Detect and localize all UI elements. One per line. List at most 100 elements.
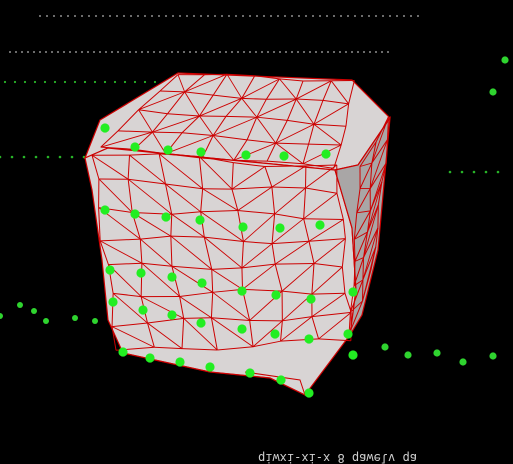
bg-dot [159,51,161,53]
mesh-point-marker [343,329,353,339]
bg-dot [219,51,221,53]
mesh-edge [353,239,356,262]
bg-dot [10,155,14,159]
bg-dot [53,80,57,84]
mesh-point-marker [315,220,325,230]
bg-dot [207,15,209,17]
bg-dot [39,51,41,53]
mesh-point-marker [279,151,289,161]
bg-dot [270,15,272,17]
bg-dot [303,51,305,53]
bg-dot [153,80,157,84]
mesh-point-marker [271,290,281,300]
mesh-point-marker [167,310,177,320]
bg-dot [171,51,173,53]
mesh-point-marker [130,142,140,152]
3d-viewport[interactable] [0,0,513,464]
bg-dot [263,15,265,17]
trail-point [92,318,98,324]
bg-dot [123,15,125,17]
bg-dot [201,51,203,53]
mesh-point-marker [276,375,286,385]
trail-point [433,349,441,357]
bg-dot [249,51,251,53]
mesh-point-marker [195,215,205,225]
bg-dot [249,15,251,17]
bg-dot [237,51,239,53]
bg-dot [410,15,412,17]
bg-dot [312,15,314,17]
trail-point [381,343,389,351]
bg-dot [319,15,321,17]
bg-dot [333,15,335,17]
bg-dot [46,155,50,159]
mesh-point-marker [100,205,110,215]
mesh-point-marker [167,272,177,282]
mesh-point-marker [306,294,316,304]
trail-point [404,351,412,359]
mesh-edge [241,267,244,290]
bg-dot [347,15,349,17]
bg-dot [231,51,233,53]
trail-point [489,352,497,360]
bg-dot [87,51,89,53]
bg-dot [396,15,398,17]
bg-dot [46,15,48,17]
bg-dot [340,15,342,17]
bg-dot [309,51,311,53]
bg-dot [200,15,202,17]
bg-dot [147,51,149,53]
bg-dot [113,80,117,84]
mesh-point-marker [118,347,128,357]
bg-dot [151,15,153,17]
bg-dot [63,51,65,53]
bg-dot [39,15,41,17]
bg-dot [81,15,83,17]
trail-point [459,358,467,366]
mesh-point-marker [163,145,173,155]
bg-dot [137,15,139,17]
mesh-point-marker [100,123,110,133]
bg-dot [53,15,55,17]
mesh-point-marker [238,222,248,232]
bg-dot [99,51,101,53]
bg-dot [277,15,279,17]
bg-dot [243,51,245,53]
bg-dot [235,15,237,17]
bg-dot [111,51,113,53]
bg-dot [103,80,107,84]
bg-dot [165,15,167,17]
mesh-edge [183,317,212,319]
mesh-point-marker [145,353,155,363]
bg-dot [23,80,27,84]
mesh-point-marker [196,318,206,328]
bg-dot [130,15,132,17]
bg-dot [13,80,17,84]
bg-dot [496,170,500,174]
bg-dot [242,15,244,17]
bg-dot [267,51,269,53]
bg-dot [9,51,11,53]
bg-dot [183,51,185,53]
mesh-point-marker [175,357,185,367]
bg-dot [60,15,62,17]
bg-dot [345,51,347,53]
bg-dot [339,51,341,53]
bg-dot [83,80,87,84]
bg-dot [333,51,335,53]
bg-dot [207,51,209,53]
bg-dot [88,15,90,17]
bg-dot [123,80,127,84]
bg-dot [109,15,111,17]
mesh-point-marker [304,334,314,344]
bg-dot [298,15,300,17]
mesh-point-marker [197,278,207,288]
bg-dot [102,15,104,17]
bg-dot [153,51,155,53]
bg-dot [273,51,275,53]
bg-dot [177,51,179,53]
bg-dot [279,51,281,53]
bg-dot [225,51,227,53]
bg-dot [58,155,62,159]
mesh-point-marker [130,209,140,219]
